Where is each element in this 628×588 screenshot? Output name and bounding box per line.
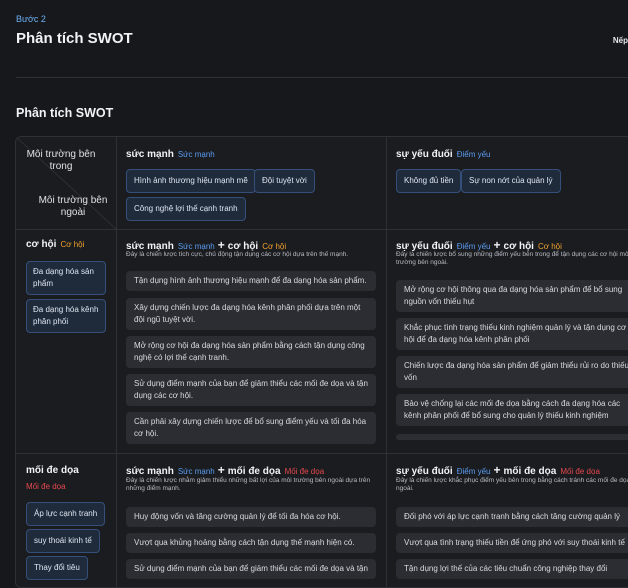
st-strategy-card[interactable]: Huy động vốn và tăng cường quản lý để tố…	[126, 507, 376, 527]
weaknesses-subtitle: Điểm yếu	[456, 150, 491, 159]
opportunity-chip[interactable]: Đa dạng hóa sản phẩm	[26, 261, 106, 295]
so-strategy-card[interactable]: Xây dựng chiến lược đa dạng hóa kênh phâ…	[126, 298, 376, 330]
wt-strategy-card[interactable]: Vượt qua tình trạng thiếu tiền để ứng ph…	[396, 533, 628, 553]
strengths-header: sức mạnh Sức mạnh	[126, 149, 215, 160]
opportunities-header: cơ hội Cơ hội	[26, 239, 84, 250]
wt-description: Đây là chiến lược khắc phục điểm yếu bên…	[396, 477, 628, 492]
corner-internal-label: Môi trường bên trong	[26, 149, 96, 172]
wt-header: sự yếu đuối Điểm yếu + mối đe dọa Mối đe dọa	[396, 463, 600, 477]
next-button[interactable]: Nếp	[613, 36, 628, 45]
threat-chip[interactable]: suy thoái kinh tế	[26, 529, 100, 553]
weaknesses-title: sự yếu đuối	[396, 149, 453, 160]
swot-matrix: Môi trường bên trong Môi trường bên ngoà…	[15, 136, 628, 588]
matrix-divider-h1	[16, 229, 628, 230]
wo-strategy-card[interactable]: Bảo vệ chống lại các mối đe dọa bằng các…	[396, 394, 628, 426]
wt-strategy-card[interactable]: Tận dụng lợi thế của các tiêu chuẩn công…	[396, 559, 628, 579]
page-title: Phân tích SWOT	[16, 30, 133, 47]
weaknesses-header: sự yếu đuối Điểm yếu	[396, 149, 491, 160]
threats-header: mối đe dọa	[26, 465, 79, 476]
opportunity-chip[interactable]: Đa dạng hóa kênh phân phối	[26, 299, 106, 333]
step-label: Bước 2	[16, 14, 46, 24]
st-header: sức mạnh Sức mạnh + mối đe dọa Mối đe dọa	[126, 463, 325, 477]
so-description: Đây là chiến lược tích cực, chủ động tận…	[126, 251, 349, 258]
wt-strategy-card[interactable]: Đối phó với áp lực cạnh tranh bằng cách …	[396, 507, 628, 527]
so-strategy-card[interactable]: Tận dụng hình ảnh thương hiệu mạnh để đa…	[126, 271, 376, 291]
matrix-divider-v2	[386, 137, 387, 587]
opportunities-subtitle: Cơ hội	[60, 240, 85, 249]
wo-strategy-card[interactable]: Mở rộng cơ hội thông qua đa dạng hóa sản…	[396, 280, 628, 312]
strengths-title: sức mạnh	[126, 149, 174, 160]
st-description: Đây là chiến lược nhằm giảm thiểu những …	[126, 477, 371, 492]
matrix-divider-h2	[16, 453, 628, 454]
wo-description: Đây là chiến lược bổ sung những điểm yếu…	[396, 251, 628, 266]
weakness-chip[interactable]: Sự non nớt của quản lý	[461, 169, 561, 193]
page-header: Bước 2 Phân tích SWOT Nếp	[0, 0, 628, 78]
threats-subtitle: Mối đe dọa	[26, 482, 66, 491]
weakness-chip[interactable]: Không đủ tiền	[396, 169, 462, 193]
so-strategy-card[interactable]: Cần phải xây dựng chiến lược để bổ sung …	[126, 412, 376, 444]
threats-title: mối đe dọa	[26, 465, 79, 476]
threat-chip[interactable]: Thay đổi tiêu	[26, 556, 88, 580]
wo-header: sự yếu đuối Điểm yếu + cơ hội Cơ hội	[396, 238, 562, 252]
st-strategy-card[interactable]: Vượt qua khủng hoảng bằng cách tận dụng …	[126, 533, 376, 553]
header-divider	[16, 77, 628, 78]
section-title: Phân tích SWOT	[16, 106, 114, 120]
strength-chip[interactable]: Hình ảnh thương hiệu mạnh mẽ	[126, 169, 256, 193]
strengths-subtitle: Sức mạnh	[177, 150, 215, 159]
strength-chip[interactable]: Đội tuyệt vời	[254, 169, 315, 193]
so-strategy-card[interactable]: Mở rộng cơ hội đa dạng hóa sản phẩm bằng…	[126, 336, 376, 368]
corner-external-label: Môi trường bên ngoài	[38, 195, 108, 218]
wo-strategy-card[interactable]: Chiến lược đa dạng hóa sản phẩm để giảm …	[396, 356, 628, 388]
opportunities-title: cơ hội	[26, 239, 57, 250]
wo-card-partial	[396, 434, 628, 440]
st-strategy-card[interactable]: Sử dụng điểm mạnh của bạn để giảm thiểu …	[126, 559, 376, 579]
so-strategy-card[interactable]: Sử dụng điểm mạnh của bạn để giảm thiểu …	[126, 374, 376, 406]
strength-chip[interactable]: Công nghệ lợi thế cạnh tranh	[126, 197, 246, 221]
wo-strategy-card[interactable]: Khắc phục tình trạng thiếu kinh nghiệm q…	[396, 318, 628, 350]
threat-chip[interactable]: Áp lực cạnh tranh	[26, 502, 106, 526]
so-header: sức mạnh Sức mạnh + cơ hội Cơ hội	[126, 238, 287, 252]
matrix-divider-v1	[116, 137, 117, 587]
